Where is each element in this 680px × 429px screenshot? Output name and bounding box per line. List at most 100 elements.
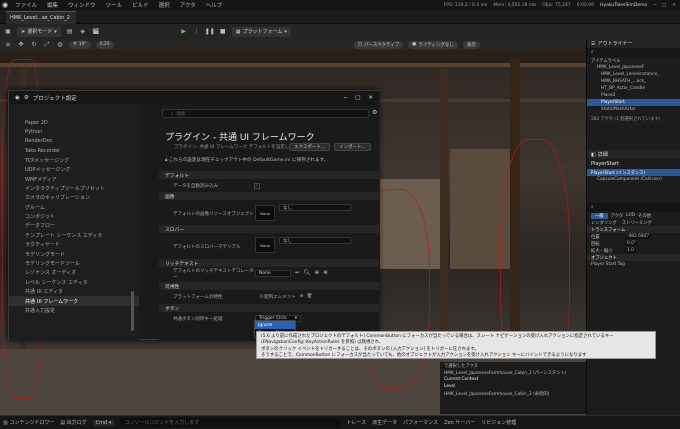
content-drawer-button[interactable]: ▥ コンテンツドロワー	[3, 419, 54, 426]
browse-icon[interactable]: 🔍︎	[304, 270, 311, 276]
category-item[interactable]: Python	[9, 127, 139, 136]
platform-dropdown[interactable]: ▦ プラットフォーム ▾	[231, 26, 291, 37]
play-options-icon[interactable]: ⋮	[193, 28, 201, 36]
show-button[interactable]: 表示	[462, 40, 480, 49]
image-asset-dropdown[interactable]: なし	[279, 204, 351, 211]
category-scrollbar[interactable]	[131, 291, 134, 331]
category-item[interactable]: テンプレート シーケンス エディタ	[9, 231, 139, 240]
unreal-logo-icon[interactable]: ◉	[0, 0, 10, 10]
category-item[interactable]: Paper 2D	[9, 118, 139, 127]
category-item[interactable]: WMFメディア	[9, 174, 139, 183]
save-icon[interactable]: ▣	[4, 28, 12, 36]
zen-server-button[interactable]: Zen サーバー	[444, 419, 475, 426]
category-item[interactable]: モデリングモード	[9, 249, 139, 258]
scale-x[interactable]: 1.0	[625, 248, 636, 253]
derived-data-button[interactable]: 派生データ	[372, 419, 397, 426]
filter-tab-actor[interactable]: アクタ	[611, 213, 624, 219]
dialog-maximize-icon[interactable]: □	[355, 95, 360, 101]
filter-tab-lod[interactable]: LOD	[626, 213, 635, 218]
outliner-item[interactable]: StaticMeshActor	[587, 106, 680, 113]
section-richtext[interactable]: リッチテキスト	[159, 259, 379, 267]
menu-select[interactable]: 選択	[154, 1, 175, 9]
add-icon[interactable]: ⊕	[315, 270, 320, 276]
richtext-dropdown[interactable]: None	[255, 270, 291, 277]
dialog-titlebar[interactable]: ◉ ⚙ プロジェクト設定 ─ □ ✕	[9, 91, 379, 104]
viewport-menu-icon[interactable]: ≡	[4, 41, 12, 49]
category-item[interactable]: 共通 UI エディタ	[9, 287, 139, 296]
outliner-item[interactable]: HMK_BHSATH_...ock_	[587, 78, 680, 85]
category-item[interactable]: Take Recorder	[9, 146, 139, 155]
outliner-item-selected[interactable]: PlayerStart	[587, 99, 680, 106]
filter-tab-general[interactable]: 一般	[591, 212, 608, 219]
maximize-icon[interactable]: □	[662, 3, 666, 8]
world-icon[interactable]: ◍	[56, 41, 64, 49]
pause-icon[interactable]: ❚❚	[205, 28, 215, 36]
category-item[interactable]: UDPメッセージング	[9, 165, 139, 174]
category-item[interactable]: レゾナンス オーディオ	[9, 268, 139, 277]
option-ignore[interactable]: Ignore	[255, 321, 295, 329]
dialog-minimize-icon[interactable]: ─	[344, 95, 347, 101]
clear-icon[interactable]: ⊗	[323, 270, 328, 276]
trace-button[interactable]: トレース	[346, 419, 366, 426]
menu-file[interactable]: ファイル	[10, 1, 42, 9]
section-brush[interactable]: 画像	[159, 192, 379, 200]
menu-help[interactable]: ヘルプ	[201, 1, 228, 9]
location-x[interactable]: -482.6847	[625, 234, 652, 239]
output-log-button[interactable]: ▤ 出力ログ	[60, 419, 86, 426]
import-button[interactable]: インポート...	[334, 143, 371, 151]
throbber-asset-dropdown[interactable]: なし	[279, 237, 351, 244]
section-default[interactable]: デフォルト	[159, 171, 379, 179]
add-element-icon[interactable]: ⊕	[300, 294, 304, 299]
scale-snap[interactable]: 0.25	[95, 40, 114, 49]
play-icon[interactable]: ▶	[180, 28, 188, 36]
throbber-thumbnail[interactable]: None	[255, 237, 275, 253]
menu-actor[interactable]: アクタ	[175, 1, 201, 9]
category-item[interactable]: TCPメッセージング	[9, 156, 139, 165]
category-item[interactable]: カメラのキャリブレーション	[9, 193, 139, 202]
auto-load-checkbox[interactable]: ✓	[254, 182, 260, 189]
dialog-close-icon[interactable]: ✕	[368, 95, 373, 101]
performance-button[interactable]: パフォーマンス	[403, 419, 438, 426]
translate-icon[interactable]: ✥	[17, 41, 25, 49]
arrow-left-icon[interactable]: ↩	[295, 270, 300, 276]
category-item[interactable]: データフロー	[9, 221, 139, 230]
cmd-dropdown[interactable]: Cmd ▾	[92, 419, 115, 426]
rotation-x[interactable]: 0.0°	[625, 241, 638, 246]
export-button[interactable]: エクスポート...	[289, 143, 331, 151]
details-search[interactable]: ⌕	[587, 203, 680, 212]
close-icon[interactable]: ✕	[672, 3, 676, 8]
section-button[interactable]: ボタン	[159, 304, 379, 312]
outliner-item[interactable]: Plane2	[587, 92, 680, 99]
category-item[interactable]: RenderDoc	[9, 137, 139, 146]
menu-edit[interactable]: 編集	[42, 1, 63, 9]
blueprint-icon[interactable]: ◈	[79, 28, 87, 36]
category-item[interactable]: 共通入力設定	[9, 306, 139, 315]
outliner-search[interactable]: ⌕	[587, 48, 680, 57]
cinematics-icon[interactable]: 🎬︎	[92, 28, 100, 36]
menu-tools[interactable]: ツール	[101, 1, 128, 9]
category-item-selected[interactable]: 共通 UI フレームワーク	[9, 296, 139, 306]
outliner-item[interactable]: HT_BP_Actor_Candle	[587, 85, 680, 92]
category-item[interactable]: ラクティヤード	[9, 240, 139, 249]
content-icon[interactable]: ▤	[66, 28, 74, 36]
category-item[interactable]: グルーム	[9, 203, 139, 212]
settings-search-input[interactable]: ⌕ 検索	[162, 109, 369, 118]
grid-snap[interactable]: #10°	[69, 40, 91, 49]
details-actor-name[interactable]: PlayerStart	[587, 159, 680, 169]
console-input[interactable]: コンソールコマンドを入力します	[120, 418, 341, 427]
filter-tab-streaming[interactable]: ストリーミング	[622, 220, 652, 226]
revision-control-button[interactable]: リビジョン管理	[481, 419, 516, 426]
selection-mode-dropdown[interactable]: ➤ 選択モード ▾	[17, 26, 61, 37]
menu-build[interactable]: ビルド	[127, 1, 154, 9]
delete-icon[interactable]: 🗑︎	[307, 294, 313, 299]
lighting-button[interactable]: ● ライティングなし	[408, 40, 458, 49]
menu-window[interactable]: ウィンドウ	[63, 1, 101, 9]
scale-icon[interactable]: ⤢	[43, 41, 51, 49]
minimize-icon[interactable]: ─	[653, 3, 656, 8]
category-item[interactable]: コンポジット	[9, 212, 139, 221]
category-item[interactable]: インタラクティブツールプリセット	[9, 184, 139, 193]
stop-icon[interactable]: ■	[219, 28, 227, 36]
outliner-item[interactable]: HMK_Level_Lenseinstance_	[587, 71, 680, 78]
object-section[interactable]: オブジェクト	[587, 254, 680, 261]
details-component-row[interactable]: CapsuleComponent (Collision)	[587, 176, 680, 183]
